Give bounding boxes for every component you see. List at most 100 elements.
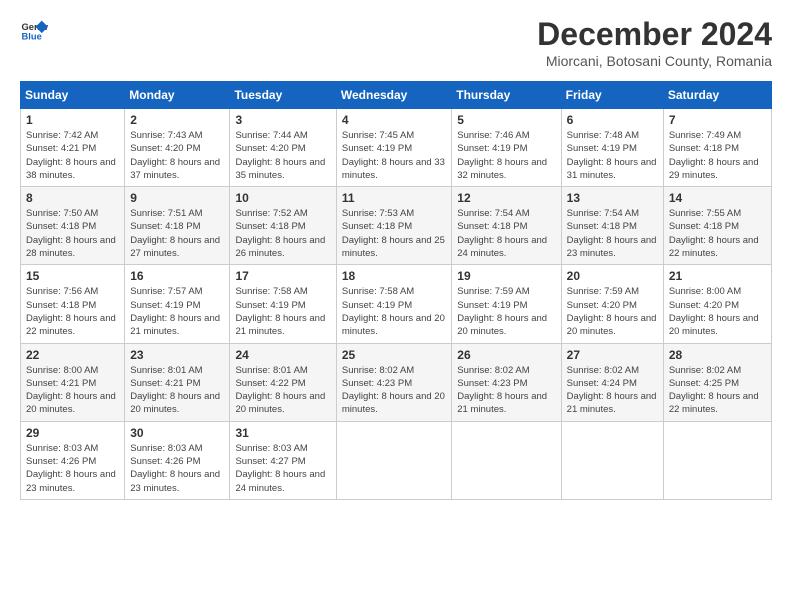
calendar-cell: 4 Sunrise: 7:45 AMSunset: 4:19 PMDaylight…: [336, 109, 451, 187]
calendar-cell: 6Sunrise: 7:48 AMSunset: 4:19 PMDaylight…: [561, 109, 663, 187]
header-row: Sunday Monday Tuesday Wednesday Thursday…: [21, 82, 772, 109]
day-info: Sunrise: 7:54 AMSunset: 4:18 PMDaylight:…: [457, 207, 555, 260]
day-number: 30: [130, 426, 224, 440]
calendar-cell: 31Sunrise: 8:03 AMSunset: 4:27 PMDayligh…: [230, 421, 336, 499]
day-info: Sunrise: 8:01 AMSunset: 4:21 PMDaylight:…: [130, 364, 224, 417]
calendar-cell: 17 Sunrise: 7:58 AMSunset: 4:19 PMDayligh…: [230, 265, 336, 343]
day-number: 19: [457, 269, 555, 283]
day-info: Sunrise: 7:45 AMSunset: 4:19 PMDaylight:…: [342, 129, 446, 182]
day-info: Sunrise: 7:59 AMSunset: 4:20 PMDaylight:…: [567, 285, 658, 338]
day-number: 21: [669, 269, 766, 283]
day-info: Sunrise: 8:00 AMSunset: 4:21 PMDaylight:…: [26, 364, 119, 417]
day-number: 26: [457, 348, 555, 362]
col-saturday: Saturday: [663, 82, 771, 109]
day-number: 8: [26, 191, 119, 205]
calendar-cell: 22Sunrise: 8:00 AMSunset: 4:21 PMDayligh…: [21, 343, 125, 421]
calendar-cell: 30 Sunrise: 8:03 AMSunset: 4:26 PMDayligh…: [125, 421, 230, 499]
day-number: 28: [669, 348, 766, 362]
calendar-cell: 5 Sunrise: 7:46 AMSunset: 4:19 PMDaylight…: [452, 109, 561, 187]
calendar-cell: 16 Sunrise: 7:57 AMSunset: 4:19 PMDayligh…: [125, 265, 230, 343]
calendar-cell: 20 Sunrise: 7:59 AMSunset: 4:20 PMDayligh…: [561, 265, 663, 343]
calendar-cell: [336, 421, 451, 499]
day-number: 1: [26, 113, 119, 127]
col-thursday: Thursday: [452, 82, 561, 109]
day-info: Sunrise: 7:54 AMSunset: 4:18 PMDaylight:…: [567, 207, 658, 260]
day-number: 10: [235, 191, 330, 205]
calendar-cell: 19 Sunrise: 7:59 AMSunset: 4:19 PMDayligh…: [452, 265, 561, 343]
day-info: Sunrise: 8:02 AMSunset: 4:23 PMDaylight:…: [457, 364, 555, 417]
svg-text:Blue: Blue: [22, 31, 42, 41]
day-info: Sunrise: 7:59 AMSunset: 4:19 PMDaylight:…: [457, 285, 555, 338]
calendar-cell: 13 Sunrise: 7:54 AMSunset: 4:18 PMDayligh…: [561, 187, 663, 265]
day-number: 15: [26, 269, 119, 283]
calendar-cell: 9 Sunrise: 7:51 AMSunset: 4:18 PMDaylight…: [125, 187, 230, 265]
day-number: 3: [235, 113, 330, 127]
day-number: 29: [26, 426, 119, 440]
page-title: December 2024: [537, 16, 772, 53]
day-info: Sunrise: 8:03 AMSunset: 4:26 PMDaylight:…: [130, 442, 224, 495]
day-number: 2: [130, 113, 224, 127]
day-info: Sunrise: 7:55 AMSunset: 4:18 PMDaylight:…: [669, 207, 766, 260]
day-info: Sunrise: 7:58 AMSunset: 4:19 PMDaylight:…: [235, 285, 330, 338]
title-area: December 2024 Miorcani, Botosani County,…: [537, 16, 772, 69]
calendar-cell: 21Sunrise: 8:00 AMSunset: 4:20 PMDayligh…: [663, 265, 771, 343]
calendar-cell: 1 Sunrise: 7:42 AMSunset: 4:21 PMDaylight…: [21, 109, 125, 187]
calendar-row-5: 29 Sunrise: 8:03 AMSunset: 4:26 PMDayligh…: [21, 421, 772, 499]
day-info: Sunrise: 7:44 AMSunset: 4:20 PMDaylight:…: [235, 129, 330, 182]
calendar-cell: 8 Sunrise: 7:50 AMSunset: 4:18 PMDaylight…: [21, 187, 125, 265]
day-number: 5: [457, 113, 555, 127]
calendar-row-4: 22Sunrise: 8:00 AMSunset: 4:21 PMDayligh…: [21, 343, 772, 421]
day-info: Sunrise: 7:46 AMSunset: 4:19 PMDaylight:…: [457, 129, 555, 182]
day-info: Sunrise: 7:58 AMSunset: 4:19 PMDaylight:…: [342, 285, 446, 338]
day-number: 23: [130, 348, 224, 362]
day-info: Sunrise: 8:02 AMSunset: 4:25 PMDaylight:…: [669, 364, 766, 417]
calendar-row-3: 15 Sunrise: 7:56 AMSunset: 4:18 PMDayligh…: [21, 265, 772, 343]
calendar-cell: [663, 421, 771, 499]
calendar-cell: 14Sunrise: 7:55 AMSunset: 4:18 PMDayligh…: [663, 187, 771, 265]
day-number: 12: [457, 191, 555, 205]
calendar-cell: 23 Sunrise: 8:01 AMSunset: 4:21 PMDayligh…: [125, 343, 230, 421]
day-info: Sunrise: 7:51 AMSunset: 4:18 PMDaylight:…: [130, 207, 224, 260]
col-monday: Monday: [125, 82, 230, 109]
col-tuesday: Tuesday: [230, 82, 336, 109]
day-info: Sunrise: 8:02 AMSunset: 4:23 PMDaylight:…: [342, 364, 446, 417]
header: General Blue December 2024 Miorcani, Bot…: [20, 16, 772, 69]
day-number: 4: [342, 113, 446, 127]
calendar-row-2: 8 Sunrise: 7:50 AMSunset: 4:18 PMDaylight…: [21, 187, 772, 265]
day-info: Sunrise: 7:49 AMSunset: 4:18 PMDaylight:…: [669, 129, 766, 182]
day-info: Sunrise: 8:01 AMSunset: 4:22 PMDaylight:…: [235, 364, 330, 417]
day-number: 25: [342, 348, 446, 362]
page-subtitle: Miorcani, Botosani County, Romania: [537, 53, 772, 69]
day-info: Sunrise: 7:43 AMSunset: 4:20 PMDaylight:…: [130, 129, 224, 182]
calendar-table: Sunday Monday Tuesday Wednesday Thursday…: [20, 81, 772, 500]
day-number: 31: [235, 426, 330, 440]
day-info: Sunrise: 7:56 AMSunset: 4:18 PMDaylight:…: [26, 285, 119, 338]
calendar-cell: 2 Sunrise: 7:43 AMSunset: 4:20 PMDaylight…: [125, 109, 230, 187]
day-number: 24: [235, 348, 330, 362]
day-number: 9: [130, 191, 224, 205]
day-number: 18: [342, 269, 446, 283]
day-number: 7: [669, 113, 766, 127]
calendar-cell: 24 Sunrise: 8:01 AMSunset: 4:22 PMDayligh…: [230, 343, 336, 421]
calendar-cell: 12 Sunrise: 7:54 AMSunset: 4:18 PMDayligh…: [452, 187, 561, 265]
logo: General Blue: [20, 16, 48, 44]
calendar-cell: 7 Sunrise: 7:49 AMSunset: 4:18 PMDaylight…: [663, 109, 771, 187]
day-number: 17: [235, 269, 330, 283]
day-number: 6: [567, 113, 658, 127]
day-info: Sunrise: 7:42 AMSunset: 4:21 PMDaylight:…: [26, 129, 119, 182]
day-number: 16: [130, 269, 224, 283]
col-friday: Friday: [561, 82, 663, 109]
calendar-cell: 27Sunrise: 8:02 AMSunset: 4:24 PMDayligh…: [561, 343, 663, 421]
calendar-cell: 11Sunrise: 7:53 AMSunset: 4:18 PMDayligh…: [336, 187, 451, 265]
day-info: Sunrise: 7:53 AMSunset: 4:18 PMDaylight:…: [342, 207, 446, 260]
calendar-cell: [452, 421, 561, 499]
day-info: Sunrise: 7:57 AMSunset: 4:19 PMDaylight:…: [130, 285, 224, 338]
logo-icon: General Blue: [20, 16, 48, 44]
day-info: Sunrise: 7:52 AMSunset: 4:18 PMDaylight:…: [235, 207, 330, 260]
day-info: Sunrise: 7:50 AMSunset: 4:18 PMDaylight:…: [26, 207, 119, 260]
calendar-row-1: 1 Sunrise: 7:42 AMSunset: 4:21 PMDaylight…: [21, 109, 772, 187]
day-number: 20: [567, 269, 658, 283]
day-number: 13: [567, 191, 658, 205]
calendar-cell: 29Sunrise: 8:03 AMSunset: 4:26 PMDayligh…: [21, 421, 125, 499]
calendar-cell: 10 Sunrise: 7:52 AMSunset: 4:18 PMDayligh…: [230, 187, 336, 265]
